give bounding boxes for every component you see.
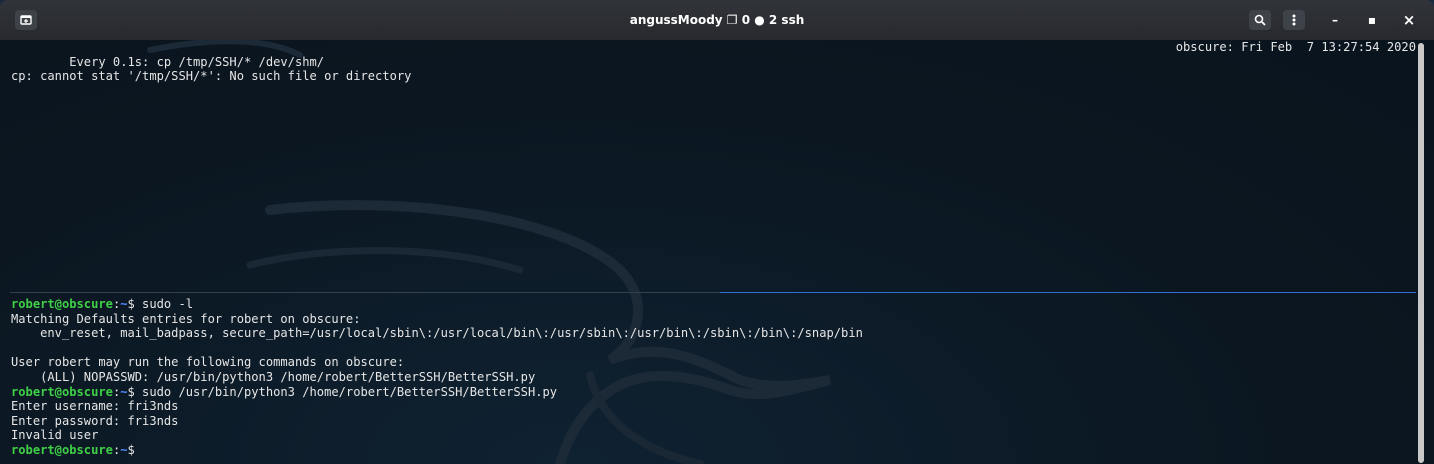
active-pane-indicator [720, 292, 1416, 293]
minimize-button[interactable]: – [1324, 10, 1346, 30]
prompt-user: robert@obscure [11, 442, 113, 457]
close-icon: × [1402, 11, 1416, 29]
command-text: sudo -l [134, 297, 194, 311]
output-line: User robert may run the following comman… [11, 355, 405, 370]
output-line: (ALL) NOPASSWD: /usr/bin/python3 /home/r… [11, 369, 536, 384]
terminal-window: angussMoody ❐ 0 ● 2 ssh – ▪ × Every 0.1s… [0, 0, 1434, 464]
prompt-path: ~ [120, 297, 128, 311]
prompt-symbol: $ [127, 442, 135, 457]
terminal-area[interactable]: Every 0.1s: cp /tmp/SSH/* /dev/shm/ obsc… [0, 40, 1434, 464]
menu-button[interactable] [1283, 10, 1305, 30]
scrollbar-thumb[interactable] [1418, 43, 1424, 463]
minimize-icon: – [1332, 13, 1338, 27]
prompt-line[interactable]: robert@obscure:~$ [11, 443, 1416, 458]
output-line: Invalid user [11, 428, 99, 443]
title-bar[interactable]: angussMoody ❐ 0 ● 2 ssh – ▪ × [0, 0, 1434, 40]
maximize-button[interactable]: ▪ [1361, 10, 1383, 30]
prompt-path: ~ [120, 384, 128, 399]
prompt-line: robert@obscure:~$ sudo -l [11, 297, 194, 311]
prompt-user: robert@obscure [11, 384, 113, 399]
maximize-icon: ▪ [1367, 13, 1377, 27]
close-button[interactable]: × [1398, 10, 1420, 30]
output-line: Enter username: fri3nds [11, 399, 179, 414]
prompt-line: robert@obscure:~$ sudo /usr/bin/python3 … [11, 384, 558, 399]
top-pane[interactable]: Every 0.1s: cp /tmp/SSH/* /dev/shm/ obsc… [11, 40, 1416, 292]
bottom-pane[interactable]: robert@obscure:~$ sudo -l Matching Defau… [11, 297, 1416, 464]
search-button[interactable] [1249, 10, 1271, 30]
search-icon [1254, 14, 1266, 26]
output-line: Matching Defaults entries for robert on … [11, 311, 361, 326]
prompt-user: robert@obscure [11, 297, 113, 311]
watch-header: Every 0.1s: cp /tmp/SSH/* /dev/shm/ obsc… [11, 40, 1416, 69]
prompt-symbol: $ [127, 297, 135, 311]
scrollbar[interactable] [1418, 43, 1424, 463]
prompt-symbol: $ [127, 384, 135, 399]
error-line: cp: cannot stat '/tmp/SSH/*': No such fi… [11, 69, 412, 84]
command-text: sudo /usr/bin/python3 /home/robert/Bette… [134, 384, 558, 399]
menu-icon [1292, 14, 1296, 26]
prompt-path: ~ [120, 442, 128, 457]
output-line: Enter password: fri3nds [11, 413, 179, 428]
output-line: env_reset, mail_badpass, secure_path=/us… [11, 326, 863, 341]
watch-command: Every 0.1s: cp /tmp/SSH/* /dev/shm/ [69, 54, 325, 69]
watch-status: obscure: Fri Feb 7 13:27:54 2020 [1175, 40, 1416, 54]
window-title: angussMoody ❐ 0 ● 2 ssh [629, 13, 805, 27]
